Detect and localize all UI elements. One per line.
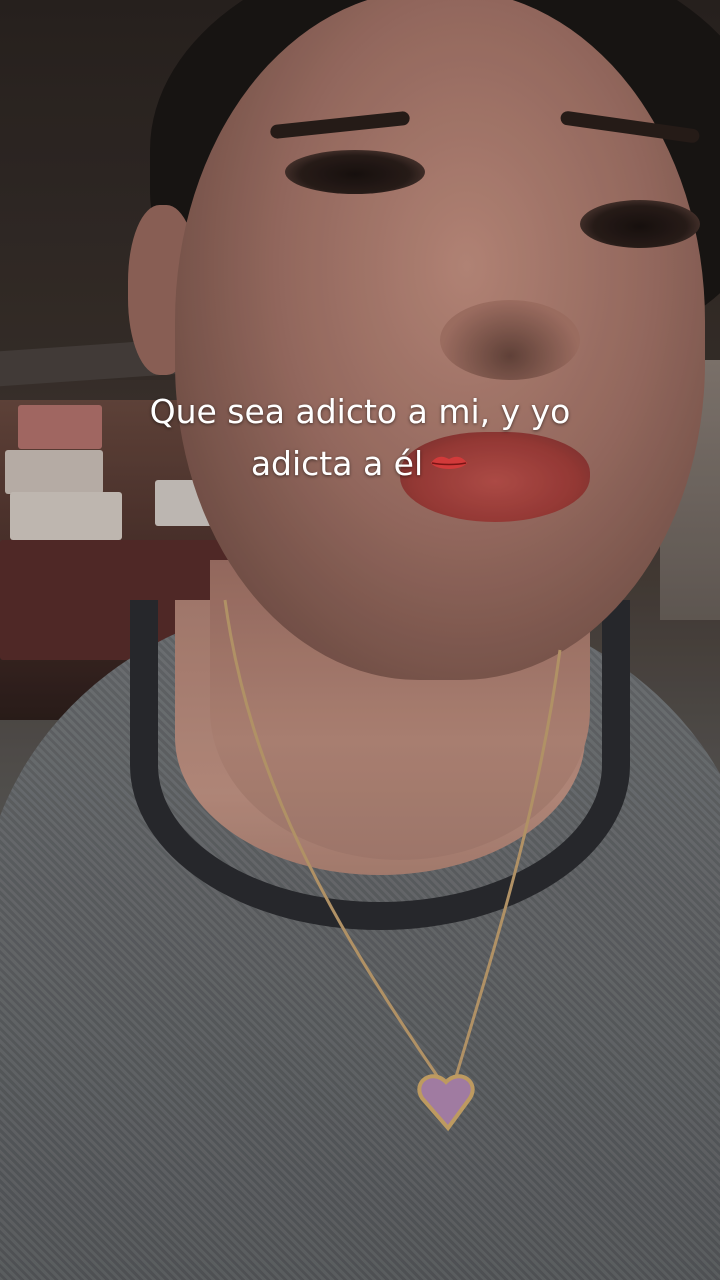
video-dim-overlay [0,0,720,1280]
caption-line-1: Que sea adicto a mi, y yo [149,392,571,431]
lips-emoji-icon [431,456,468,469]
caption-line-2-text: adicta a él [250,444,424,483]
caption-line-2: adicta a él [60,438,660,490]
video-caption: Que sea adicto a mi, y yo adicta a él [60,386,660,490]
video-frame[interactable]: Que sea adicto a mi, y yo adicta a él [0,0,720,1280]
